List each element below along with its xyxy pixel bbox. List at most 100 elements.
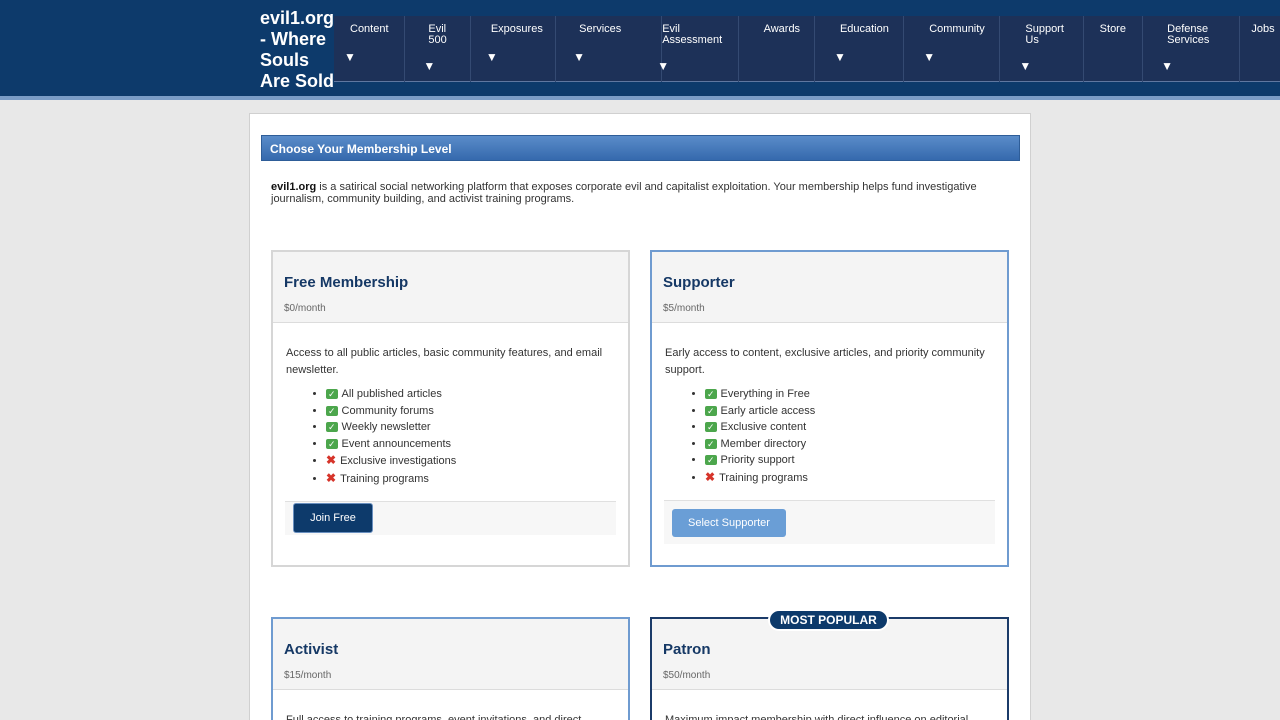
chevron-down-icon: ▼ (1161, 59, 1174, 73)
plan-footer: Select Supporter (664, 499, 995, 544)
nav-label: Defense Services (1167, 23, 1210, 46)
plan-card-patron: Patron $50/month Maximum impact membersh… (650, 617, 1009, 720)
feature-item: ✓Priority support (705, 452, 1007, 469)
nav-item-support-us[interactable]: Support Us ▼ (1000, 16, 1084, 82)
plan-price: $5/month (663, 303, 705, 314)
feature-label: Early article access (720, 404, 816, 417)
feature-item: ✓Event announcements (326, 436, 628, 453)
feature-item: ✓Member directory (705, 436, 1007, 453)
feature-label: Community forums (341, 404, 434, 417)
check-icon: ✓ (705, 389, 717, 399)
select-supporter-button[interactable]: Select Supporter (672, 508, 786, 537)
nav-item-services[interactable]: Services ▼ (556, 16, 663, 82)
chevron-down-icon: ▼ (923, 50, 936, 64)
feature-label: Training programs (719, 471, 808, 484)
plan-header: Supporter $5/month (652, 252, 1007, 323)
feature-label: Everything in Free (720, 388, 810, 400)
plan-footer: Join Free (285, 500, 616, 535)
check-icon: ✓ (705, 455, 717, 466)
intro-text: evil1.org is a satirical social networki… (271, 181, 1001, 205)
join-free-button[interactable]: Join Free (293, 502, 373, 533)
check-icon: ✓ (326, 422, 338, 433)
cross-icon: ✖ (326, 453, 337, 468)
plan-card-activist: Activist $15/month Full access to traini… (271, 617, 630, 720)
nav-label: Store (1099, 23, 1126, 35)
intro-body: is a satirical social networking platfor… (271, 181, 977, 205)
feature-item: ✓Community forums (326, 403, 628, 420)
feature-item: ✖Exclusive investigations (326, 452, 628, 470)
plan-title: Free Membership (284, 274, 409, 291)
feature-list: ✓Everything in Free ✓Early article acces… (652, 379, 1007, 487)
feature-label: Exclusive investigations (340, 455, 457, 468)
cross-icon: ✖ (326, 470, 337, 485)
plan-price: $15/month (284, 670, 332, 681)
check-icon: ✓ (705, 422, 717, 433)
chevron-down-icon: ▼ (657, 59, 670, 73)
plan-header: Free Membership $0/month (273, 252, 628, 323)
nav-item-exposures[interactable]: Exposures ▼ (471, 16, 557, 82)
nav-label: Content (350, 23, 389, 35)
plan-title: Patron (663, 641, 711, 658)
plan-price: $50/month (663, 670, 711, 681)
feature-label: Weekly newsletter (341, 421, 431, 434)
plan-title: Supporter (663, 274, 735, 291)
chevron-down-icon: ▼ (833, 50, 846, 64)
nav-item-awards[interactable]: Awards (739, 16, 815, 82)
plan-card-free: Free Membership $0/month Access to all p… (271, 250, 630, 567)
plan-price: $0/month (284, 303, 326, 314)
chevron-down-icon: ▼ (344, 50, 356, 64)
feature-label: Exclusive content (720, 421, 807, 434)
nav-item-evil-assessment[interactable]: Evil Assessment ▼ (657, 16, 739, 82)
nav-label: Support Us (1025, 23, 1064, 46)
site-header: evil1.org - Where Souls Are Sold Content… (0, 0, 1280, 100)
chevron-down-icon: ▼ (1019, 59, 1032, 73)
feature-item: ✓Everything in Free (705, 386, 1007, 403)
feature-label: All published articles (341, 388, 442, 400)
feature-item: ✓All published articles (326, 386, 628, 403)
check-icon: ✓ (326, 438, 338, 449)
feature-label: Priority support (720, 454, 795, 467)
chevron-down-icon: ▼ (423, 59, 436, 73)
nav-label: Jobs (1251, 23, 1275, 35)
plan-description: Access to all public articles, basic com… (286, 347, 603, 376)
nav-item-evil-500[interactable]: Evil 500 ▼ (405, 16, 471, 82)
nav-label: Exposures (490, 23, 543, 35)
check-icon: ✓ (705, 438, 717, 449)
nav-label: Evil Assessment (662, 23, 723, 46)
feature-item: ✓Early article access (705, 403, 1007, 420)
plan-card-supporter: Supporter $5/month Early access to conte… (650, 250, 1009, 567)
site-logo[interactable]: evil1.org - Where Souls Are Sold (260, 8, 340, 92)
main-nav: Content ▼ Evil 500 ▼ Exposures ▼ Service… (334, 16, 1280, 82)
nav-item-community[interactable]: Community ▼ (904, 16, 1001, 82)
cross-icon: ✖ (705, 469, 716, 484)
feature-label: Event announcements (341, 437, 452, 450)
check-icon: ✓ (326, 405, 338, 416)
feature-item: ✖Training programs (705, 469, 1007, 487)
most-popular-badge: MOST POPULAR (768, 609, 889, 631)
nav-item-store[interactable]: Store (1084, 16, 1144, 82)
nav-label: Community (929, 23, 985, 35)
plan-description: Maximum impact membership with direct in… (665, 714, 969, 720)
panel-heading: Choose Your Membership Level (261, 135, 1020, 161)
chevron-down-icon: ▼ (573, 50, 586, 64)
nav-label: Services (579, 23, 622, 35)
feature-item: ✓Weekly newsletter (326, 419, 628, 436)
feature-item: ✓Exclusive content (705, 419, 1007, 436)
feature-item: ✖Training programs (326, 470, 628, 488)
chevron-down-icon: ▼ (485, 50, 498, 64)
feature-label: Member directory (720, 437, 807, 450)
check-icon: ✓ (326, 389, 338, 399)
nav-label: Evil 500 (428, 23, 447, 46)
intro-site-name: evil1.org (271, 181, 317, 193)
plan-description: Full access to training programs, event … (286, 714, 582, 720)
nav-item-education[interactable]: Education ▼ (815, 16, 905, 82)
check-icon: ✓ (705, 405, 717, 416)
plan-header: Activist $15/month (273, 619, 628, 690)
nav-item-content[interactable]: Content ▼ (334, 16, 406, 82)
nav-item-jobs[interactable]: Jobs (1240, 16, 1280, 82)
feature-list: ✓All published articles ✓Community forum… (273, 379, 628, 488)
feature-label: Training programs (340, 472, 429, 485)
nav-item-defense-services[interactable]: Defense Services ▼ (1143, 16, 1241, 82)
plan-title: Activist (284, 641, 339, 658)
plan-description: Early access to content, exclusive artic… (665, 347, 985, 376)
